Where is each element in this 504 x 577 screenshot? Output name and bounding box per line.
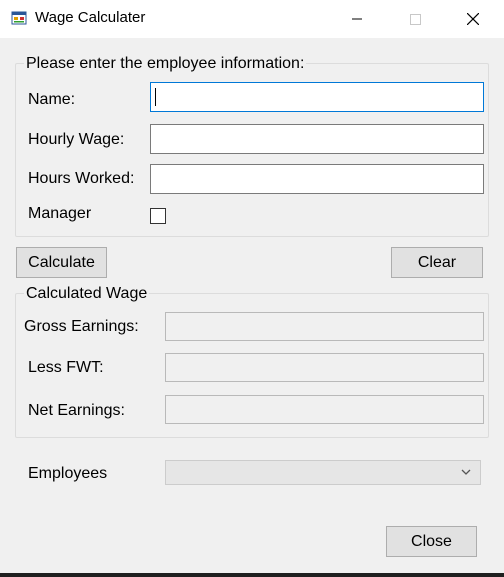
calculate-button[interactable]: Calculate [16,247,107,278]
taskbar-edge [0,573,504,577]
net-earnings-field [165,395,484,424]
calculated-wage-legend: Calculated Wage [24,285,150,303]
name-input[interactable] [150,82,484,112]
name-label: Name: [28,91,76,108]
employees-label: Employees [28,465,108,482]
net-earnings-label: Net Earnings: [28,402,125,419]
window-title: Wage Calculater [35,9,146,26]
chevron-down-icon [461,469,471,475]
minimize-icon [352,18,362,20]
maximize-icon [409,13,421,25]
hours-worked-input[interactable] [150,164,484,194]
manager-label: Manager [28,205,92,222]
hourly-wage-label: Hourly Wage: [28,131,125,148]
less-fwt-field [165,353,484,382]
app-icon [11,11,27,25]
text-caret [155,88,156,106]
close-icon [467,13,479,25]
clear-button[interactable]: Clear [391,247,483,278]
manager-checkbox[interactable] [150,208,166,224]
maximize-button[interactable] [386,0,444,38]
minimize-button[interactable] [328,0,386,38]
employee-info-legend: Please enter the employee information: [24,55,307,73]
close-window-button[interactable] [444,0,502,38]
close-button[interactable]: Close [386,526,477,557]
less-fwt-label: Less FWT: [28,359,104,376]
gross-earnings-label: Gross Earnings: [24,318,139,335]
hours-worked-label: Hours Worked: [28,170,135,187]
hourly-wage-input[interactable] [150,124,484,154]
employees-dropdown[interactable] [165,460,481,485]
gross-earnings-field [165,312,484,341]
